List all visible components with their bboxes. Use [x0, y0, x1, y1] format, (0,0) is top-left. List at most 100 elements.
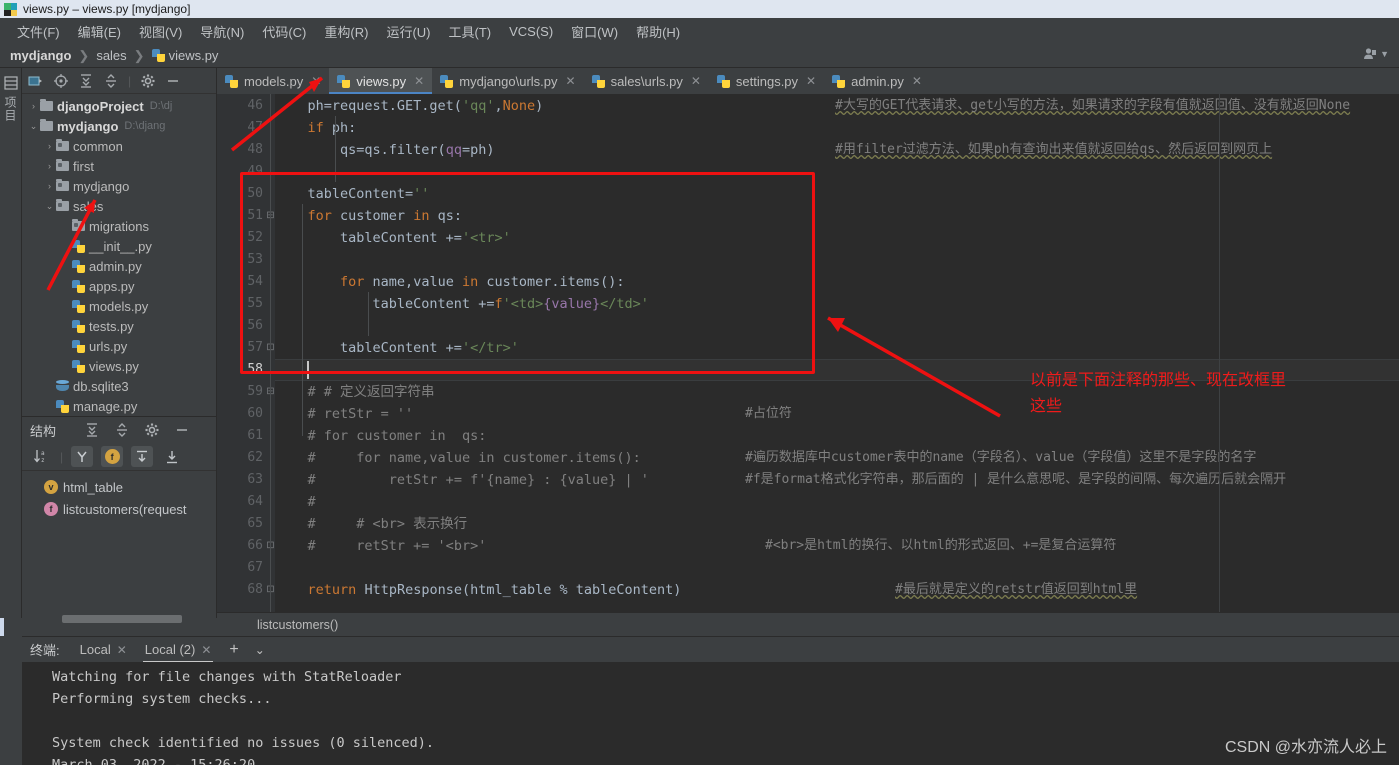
- breadcrumb-item-0[interactable]: mydjango: [10, 48, 71, 63]
- menu-help[interactable]: 帮助(H): [627, 19, 689, 44]
- editor-tab[interactable]: models.py ✕: [217, 68, 329, 94]
- tree-item[interactable]: › first: [22, 156, 216, 176]
- code-line[interactable]: tableContent='': [275, 183, 430, 205]
- code-line[interactable]: if ph:: [275, 117, 357, 139]
- menu-edit[interactable]: 编辑(E): [69, 19, 130, 44]
- hide-panel-icon[interactable]: [165, 73, 181, 89]
- menu-navigate[interactable]: 导航(N): [191, 19, 253, 44]
- tree-item[interactable]: admin.py: [22, 256, 216, 276]
- code-line[interactable]: for name,value in customer.items():: [275, 271, 625, 293]
- structure-item[interactable]: v html_table: [22, 476, 216, 498]
- sort-alphabetically-icon[interactable]: a z: [30, 446, 52, 467]
- show-inherited-icon[interactable]: [71, 446, 94, 467]
- breadcrumb-item-2[interactable]: views.py: [169, 48, 219, 63]
- sidebar-item-project-label[interactable]: 项目: [2, 96, 19, 122]
- menu-run[interactable]: 运行(U): [377, 19, 439, 44]
- close-icon[interactable]: ✕: [117, 643, 127, 657]
- terminal-tab[interactable]: Local (2) ✕: [137, 637, 220, 663]
- tree-item[interactable]: db.sqlite3: [22, 376, 216, 396]
- tree-item[interactable]: ⌄ sales: [22, 196, 216, 216]
- code-line[interactable]: # # <br> 表示换行: [275, 513, 468, 535]
- close-icon[interactable]: ✕: [566, 74, 576, 88]
- editor-tab[interactable]: admin.py ✕: [824, 68, 930, 94]
- hide-panel-icon[interactable]: [174, 422, 190, 438]
- add-terminal-button[interactable]: +: [221, 641, 246, 659]
- menu-view[interactable]: 视图(V): [130, 19, 191, 44]
- project-view-icon[interactable]: [3, 76, 18, 90]
- code-content[interactable]: ph=request.GET.get('qq',None) if ph: qs=…: [275, 94, 1399, 612]
- code-line[interactable]: # for name,value in customer.items():: [275, 447, 641, 469]
- right-margin-line: [1219, 94, 1220, 612]
- code-line[interactable]: # retStr += '<br>': [275, 535, 487, 557]
- code-line[interactable]: # retStr += f'{name} : {value} | ': [275, 469, 649, 491]
- close-icon[interactable]: ✕: [311, 74, 321, 88]
- editor-tab[interactable]: settings.py ✕: [709, 68, 824, 94]
- code-line[interactable]: return HttpResponse(html_table % tableCo…: [275, 579, 682, 601]
- user-account-button[interactable]: ▼: [1363, 47, 1389, 61]
- editor-tab[interactable]: mydjango\urls.py ✕: [432, 68, 583, 94]
- close-icon[interactable]: ✕: [201, 643, 211, 657]
- close-icon[interactable]: ✕: [806, 74, 816, 88]
- menu-file[interactable]: 文件(F): [8, 19, 69, 44]
- show-fields-icon[interactable]: f: [101, 446, 124, 467]
- editor-gutter[interactable]: 464748495051⊟525354555657⊡5859⊟606162636…: [217, 94, 275, 612]
- code-line[interactable]: # for customer in qs:: [275, 425, 487, 447]
- code-line[interactable]: tableContent +='</tr>': [275, 337, 519, 359]
- code-line[interactable]: #: [275, 491, 316, 513]
- terminal-output[interactable]: Watching for file changes with StatReloa…: [22, 662, 1399, 765]
- expand-all-icon[interactable]: [84, 422, 100, 438]
- expand-all-icon[interactable]: [78, 73, 94, 89]
- tree-item[interactable]: › common: [22, 136, 216, 156]
- tree-item[interactable]: › mydjango: [22, 176, 216, 196]
- collapse-all-icon[interactable]: [103, 73, 119, 89]
- editor-tab[interactable]: views.py ✕: [329, 68, 433, 94]
- chevron-icon[interactable]: ⌄: [28, 121, 39, 132]
- locate-icon[interactable]: [53, 73, 69, 89]
- tree-item[interactable]: urls.py: [22, 336, 216, 356]
- horizontal-scrollbar-thumb[interactable]: [62, 615, 182, 623]
- editor-tab[interactable]: sales\urls.py ✕: [584, 68, 709, 94]
- terminal-tab[interactable]: Local ✕: [72, 637, 135, 663]
- tree-item[interactable]: manage.py: [22, 396, 216, 416]
- code-line[interactable]: qs=qs.filter(qq=ph): [275, 139, 494, 161]
- menu-refactor[interactable]: 重构(R): [315, 19, 377, 44]
- tree-item[interactable]: apps.py: [22, 276, 216, 296]
- chevron-icon[interactable]: ⌄: [44, 201, 55, 212]
- menu-tools[interactable]: 工具(T): [439, 19, 500, 44]
- code-line[interactable]: # retStr = '': [275, 403, 414, 425]
- code-line[interactable]: for customer in qs:: [275, 205, 462, 227]
- menu-code[interactable]: 代码(C): [253, 19, 315, 44]
- code-line[interactable]: # # 定义返回字符串: [275, 381, 435, 403]
- tree-item[interactable]: tests.py: [22, 316, 216, 336]
- tree-item[interactable]: ⌄ mydjango D:\djang: [22, 116, 216, 136]
- line-number: 63: [247, 472, 263, 487]
- chevron-icon[interactable]: ›: [44, 141, 55, 151]
- gear-icon[interactable]: [144, 422, 160, 438]
- structure-item[interactable]: f listcustomers(request: [22, 498, 216, 520]
- close-icon[interactable]: ✕: [691, 74, 701, 88]
- chevron-icon[interactable]: ›: [44, 181, 55, 191]
- tree-item[interactable]: models.py: [22, 296, 216, 316]
- menu-vcs[interactable]: VCS(S): [500, 21, 562, 42]
- code-editor[interactable]: 464748495051⊟525354555657⊡5859⊟606162636…: [217, 94, 1399, 612]
- code-line[interactable]: ph=request.GET.get('qq',None): [275, 95, 544, 117]
- tree-item[interactable]: __init__.py: [22, 236, 216, 256]
- scroll-from-source-icon[interactable]: [131, 446, 154, 467]
- menu-window[interactable]: 窗口(W): [562, 19, 627, 44]
- code-line[interactable]: tableContent +='<tr>': [275, 227, 511, 249]
- collapse-all-icon[interactable]: [114, 422, 130, 438]
- chevron-icon[interactable]: ›: [28, 101, 39, 111]
- breadcrumb-item-1[interactable]: sales: [96, 48, 126, 63]
- tree-item[interactable]: › djangoProject D:\dj: [22, 96, 216, 116]
- chevron-icon[interactable]: ›: [44, 161, 55, 171]
- tree-item[interactable]: migrations: [22, 216, 216, 236]
- code-line[interactable]: tableContent +=f'<td>{value}</td>': [275, 293, 649, 315]
- close-icon[interactable]: ✕: [912, 74, 922, 88]
- line-number: 59: [247, 384, 263, 399]
- chevron-down-icon[interactable]: ⌄: [249, 643, 271, 657]
- scroll-to-source-icon[interactable]: [161, 446, 183, 467]
- tree-item[interactable]: views.py: [22, 356, 216, 376]
- close-icon[interactable]: ✕: [414, 74, 424, 88]
- select-opened-file-icon[interactable]: [28, 73, 44, 89]
- gear-icon[interactable]: [140, 73, 156, 89]
